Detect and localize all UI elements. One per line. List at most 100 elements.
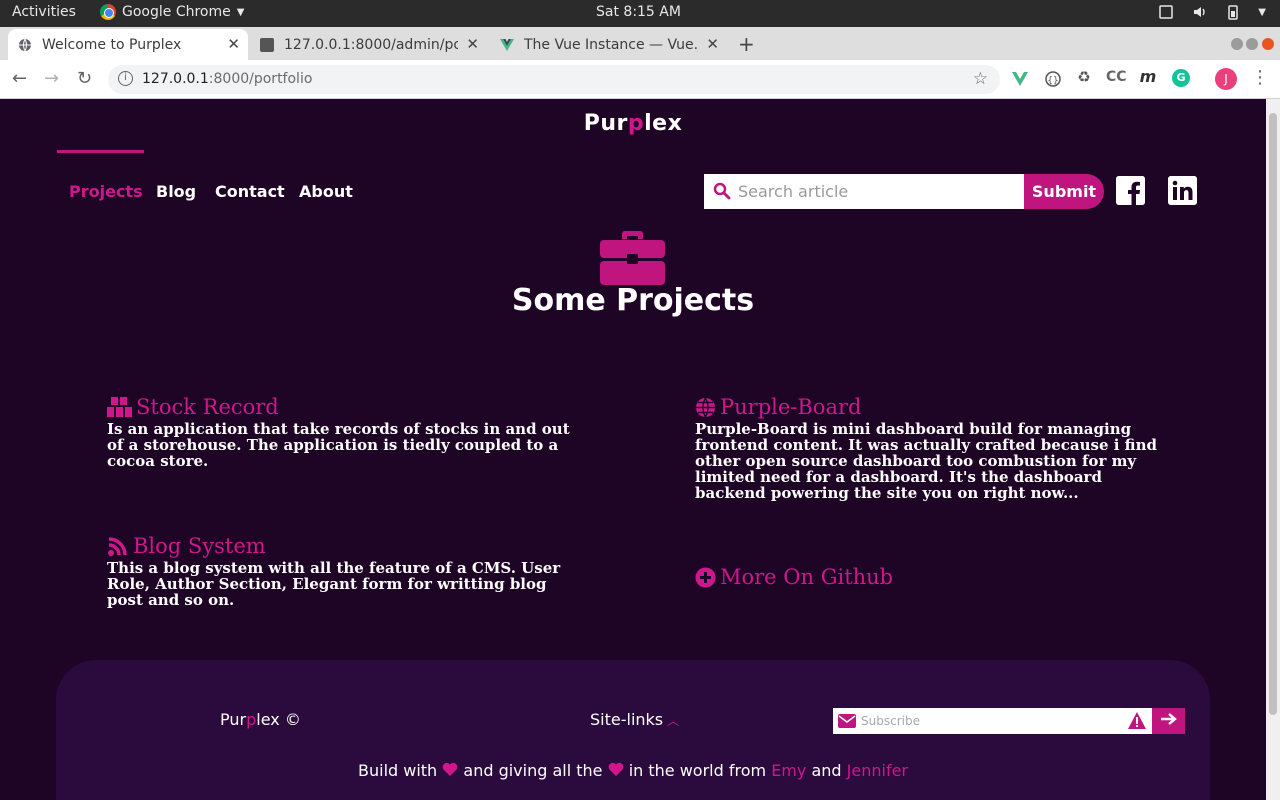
nav-projects[interactable]: Projects bbox=[69, 182, 143, 201]
warning-icon bbox=[1128, 712, 1146, 729]
credit-text: and bbox=[811, 761, 842, 780]
logo-accent: p bbox=[627, 111, 645, 136]
json-viewer-icon[interactable]: {} bbox=[1043, 70, 1063, 88]
project-title-link[interactable]: Stock Record bbox=[107, 395, 587, 419]
linkedin-icon[interactable] bbox=[1168, 176, 1197, 205]
tab-strip: Welcome to Purplex ✕ 127.0.0.1:8000/admi… bbox=[0, 27, 1280, 60]
site-links-label: Site-links bbox=[590, 710, 664, 729]
footer-brand-accent: p bbox=[246, 710, 257, 729]
menu-kebab-icon[interactable]: ⋮ bbox=[1250, 67, 1270, 88]
app-menu[interactable]: Google Chrome ▼ bbox=[100, 4, 244, 20]
tab-title: The Vue Instance — Vue.js bbox=[524, 36, 698, 53]
project-description: Purple-Board is mini dashboard build for… bbox=[695, 420, 1157, 502]
author-link-emy[interactable]: Emy bbox=[771, 761, 806, 780]
nav-contact[interactable]: Contact bbox=[215, 182, 285, 201]
submit-button[interactable]: Submit bbox=[1024, 174, 1104, 209]
rss-icon bbox=[108, 536, 127, 556]
new-tab-button[interactable]: + bbox=[738, 32, 755, 56]
tab-welcome[interactable]: Welcome to Purplex ✕ bbox=[8, 29, 248, 60]
app-name: Google Chrome bbox=[122, 4, 231, 20]
chevron-down-icon[interactable]: ▼ bbox=[1258, 7, 1266, 18]
heart-icon bbox=[442, 762, 458, 776]
vue-devtools-icon[interactable] bbox=[1010, 70, 1030, 88]
address-bar[interactable]: i 127.0.0.1:8000/portfolio ☆ bbox=[108, 65, 1000, 94]
minimize-button[interactable] bbox=[1231, 38, 1243, 50]
page-content: Purplex Projects Blog Contact About Subm… bbox=[0, 99, 1266, 800]
os-top-bar: Activities Google Chrome ▼ Sat 8:15 AM ▼ bbox=[0, 0, 1280, 27]
active-nav-indicator bbox=[57, 150, 144, 153]
plus-circle-icon bbox=[695, 567, 716, 587]
credit-text: and giving all the bbox=[463, 761, 603, 780]
activities-button[interactable]: Activities bbox=[12, 4, 76, 20]
page-icon bbox=[260, 37, 274, 52]
project-title: Blog System bbox=[133, 534, 266, 558]
site-footer: Purplex © Site-links︿ Build with and giv… bbox=[56, 660, 1210, 800]
tab-title: Welcome to Purplex bbox=[42, 36, 182, 53]
project-title-link[interactable]: Blog System bbox=[107, 534, 587, 558]
screen-icon[interactable] bbox=[1158, 4, 1174, 20]
author-link-jennifer[interactable]: Jennifer bbox=[847, 761, 908, 780]
m-icon[interactable]: m bbox=[1138, 67, 1158, 86]
globe-icon bbox=[19, 38, 31, 51]
vue-icon bbox=[500, 38, 514, 51]
subscribe-box bbox=[833, 708, 1152, 734]
logo-part: lex bbox=[644, 111, 683, 136]
forward-icon[interactable]: → bbox=[44, 68, 59, 89]
info-icon[interactable]: i bbox=[118, 71, 133, 86]
page-scrollbar[interactable] bbox=[1266, 99, 1280, 800]
globe-icon bbox=[696, 397, 715, 417]
back-icon[interactable]: ← bbox=[12, 68, 27, 89]
search-input[interactable] bbox=[738, 179, 1018, 204]
nav-about[interactable]: About bbox=[299, 182, 353, 201]
chevron-down-icon: ▼ bbox=[236, 6, 245, 18]
nav-blog[interactable]: Blog bbox=[156, 182, 196, 201]
scrollbar-thumb[interactable] bbox=[1269, 113, 1277, 715]
cc-icon[interactable]: CC bbox=[1106, 69, 1127, 85]
close-icon[interactable]: ✕ bbox=[466, 35, 479, 53]
bookmark-star-icon[interactable]: ☆ bbox=[973, 69, 988, 89]
battery-icon[interactable] bbox=[1226, 4, 1240, 20]
subscribe-button[interactable] bbox=[1152, 708, 1185, 734]
profile-avatar[interactable]: J bbox=[1215, 68, 1237, 90]
credit-text: in the world from bbox=[628, 761, 767, 780]
url-host: 127.0.0.1 bbox=[142, 71, 209, 87]
more-on-github-link[interactable]: More On Github bbox=[695, 565, 893, 589]
footer-brand-part: Pur bbox=[220, 710, 247, 729]
tab-title: 127.0.0.1:8000/admin/pos bbox=[284, 36, 458, 53]
search-icon bbox=[713, 182, 731, 200]
reload-icon[interactable]: ↻ bbox=[77, 68, 92, 89]
recycle-icon[interactable]: ♻ bbox=[1074, 68, 1094, 86]
project-title-link[interactable]: Purple-Board bbox=[695, 395, 1170, 419]
footer-brand: Purplex © bbox=[220, 710, 301, 729]
arrow-right-icon bbox=[1160, 713, 1177, 725]
tab-admin[interactable]: 127.0.0.1:8000/admin/pos ✕ bbox=[250, 29, 487, 60]
more-label: More On Github bbox=[720, 565, 894, 589]
chrome-icon bbox=[100, 4, 116, 20]
site-links-toggle[interactable]: Site-links ︿ bbox=[590, 710, 679, 729]
url-text[interactable]: 127.0.0.1:8000/portfolio bbox=[142, 71, 312, 87]
svg-text:{}: {} bbox=[1047, 76, 1058, 86]
volume-icon[interactable] bbox=[1192, 4, 1208, 20]
footer-credit: Build with and giving all the in the wor… bbox=[56, 761, 1210, 780]
maximize-button[interactable] bbox=[1246, 38, 1258, 50]
subscribe-input[interactable] bbox=[861, 712, 1121, 730]
project-description: Is an application that take records of s… bbox=[107, 420, 570, 470]
grammarly-icon[interactable]: G bbox=[1172, 69, 1190, 87]
close-icon[interactable]: ✕ bbox=[227, 35, 240, 53]
clock[interactable]: Sat 8:15 AM bbox=[596, 4, 681, 20]
project-card: Purple-Board Purple-Board is mini dashbo… bbox=[695, 395, 1170, 501]
cubes-icon bbox=[107, 397, 132, 417]
close-icon[interactable]: ✕ bbox=[706, 35, 719, 53]
footer-brand-part: lex © bbox=[256, 710, 301, 729]
project-card: Blog System This a blog system with all … bbox=[107, 534, 587, 608]
chevron-up-icon: ︿ bbox=[667, 714, 680, 728]
credit-text: Build with bbox=[358, 761, 438, 780]
close-window-button[interactable] bbox=[1262, 38, 1274, 50]
site-logo[interactable]: Purplex bbox=[0, 111, 1266, 136]
tab-vue[interactable]: The Vue Instance — Vue.js ✕ bbox=[490, 29, 727, 60]
mail-icon bbox=[838, 714, 856, 728]
facebook-icon[interactable] bbox=[1116, 176, 1145, 205]
briefcase-icon bbox=[600, 231, 665, 285]
system-tray[interactable]: ▼ bbox=[1158, 4, 1266, 20]
project-title: Purple-Board bbox=[720, 395, 862, 419]
